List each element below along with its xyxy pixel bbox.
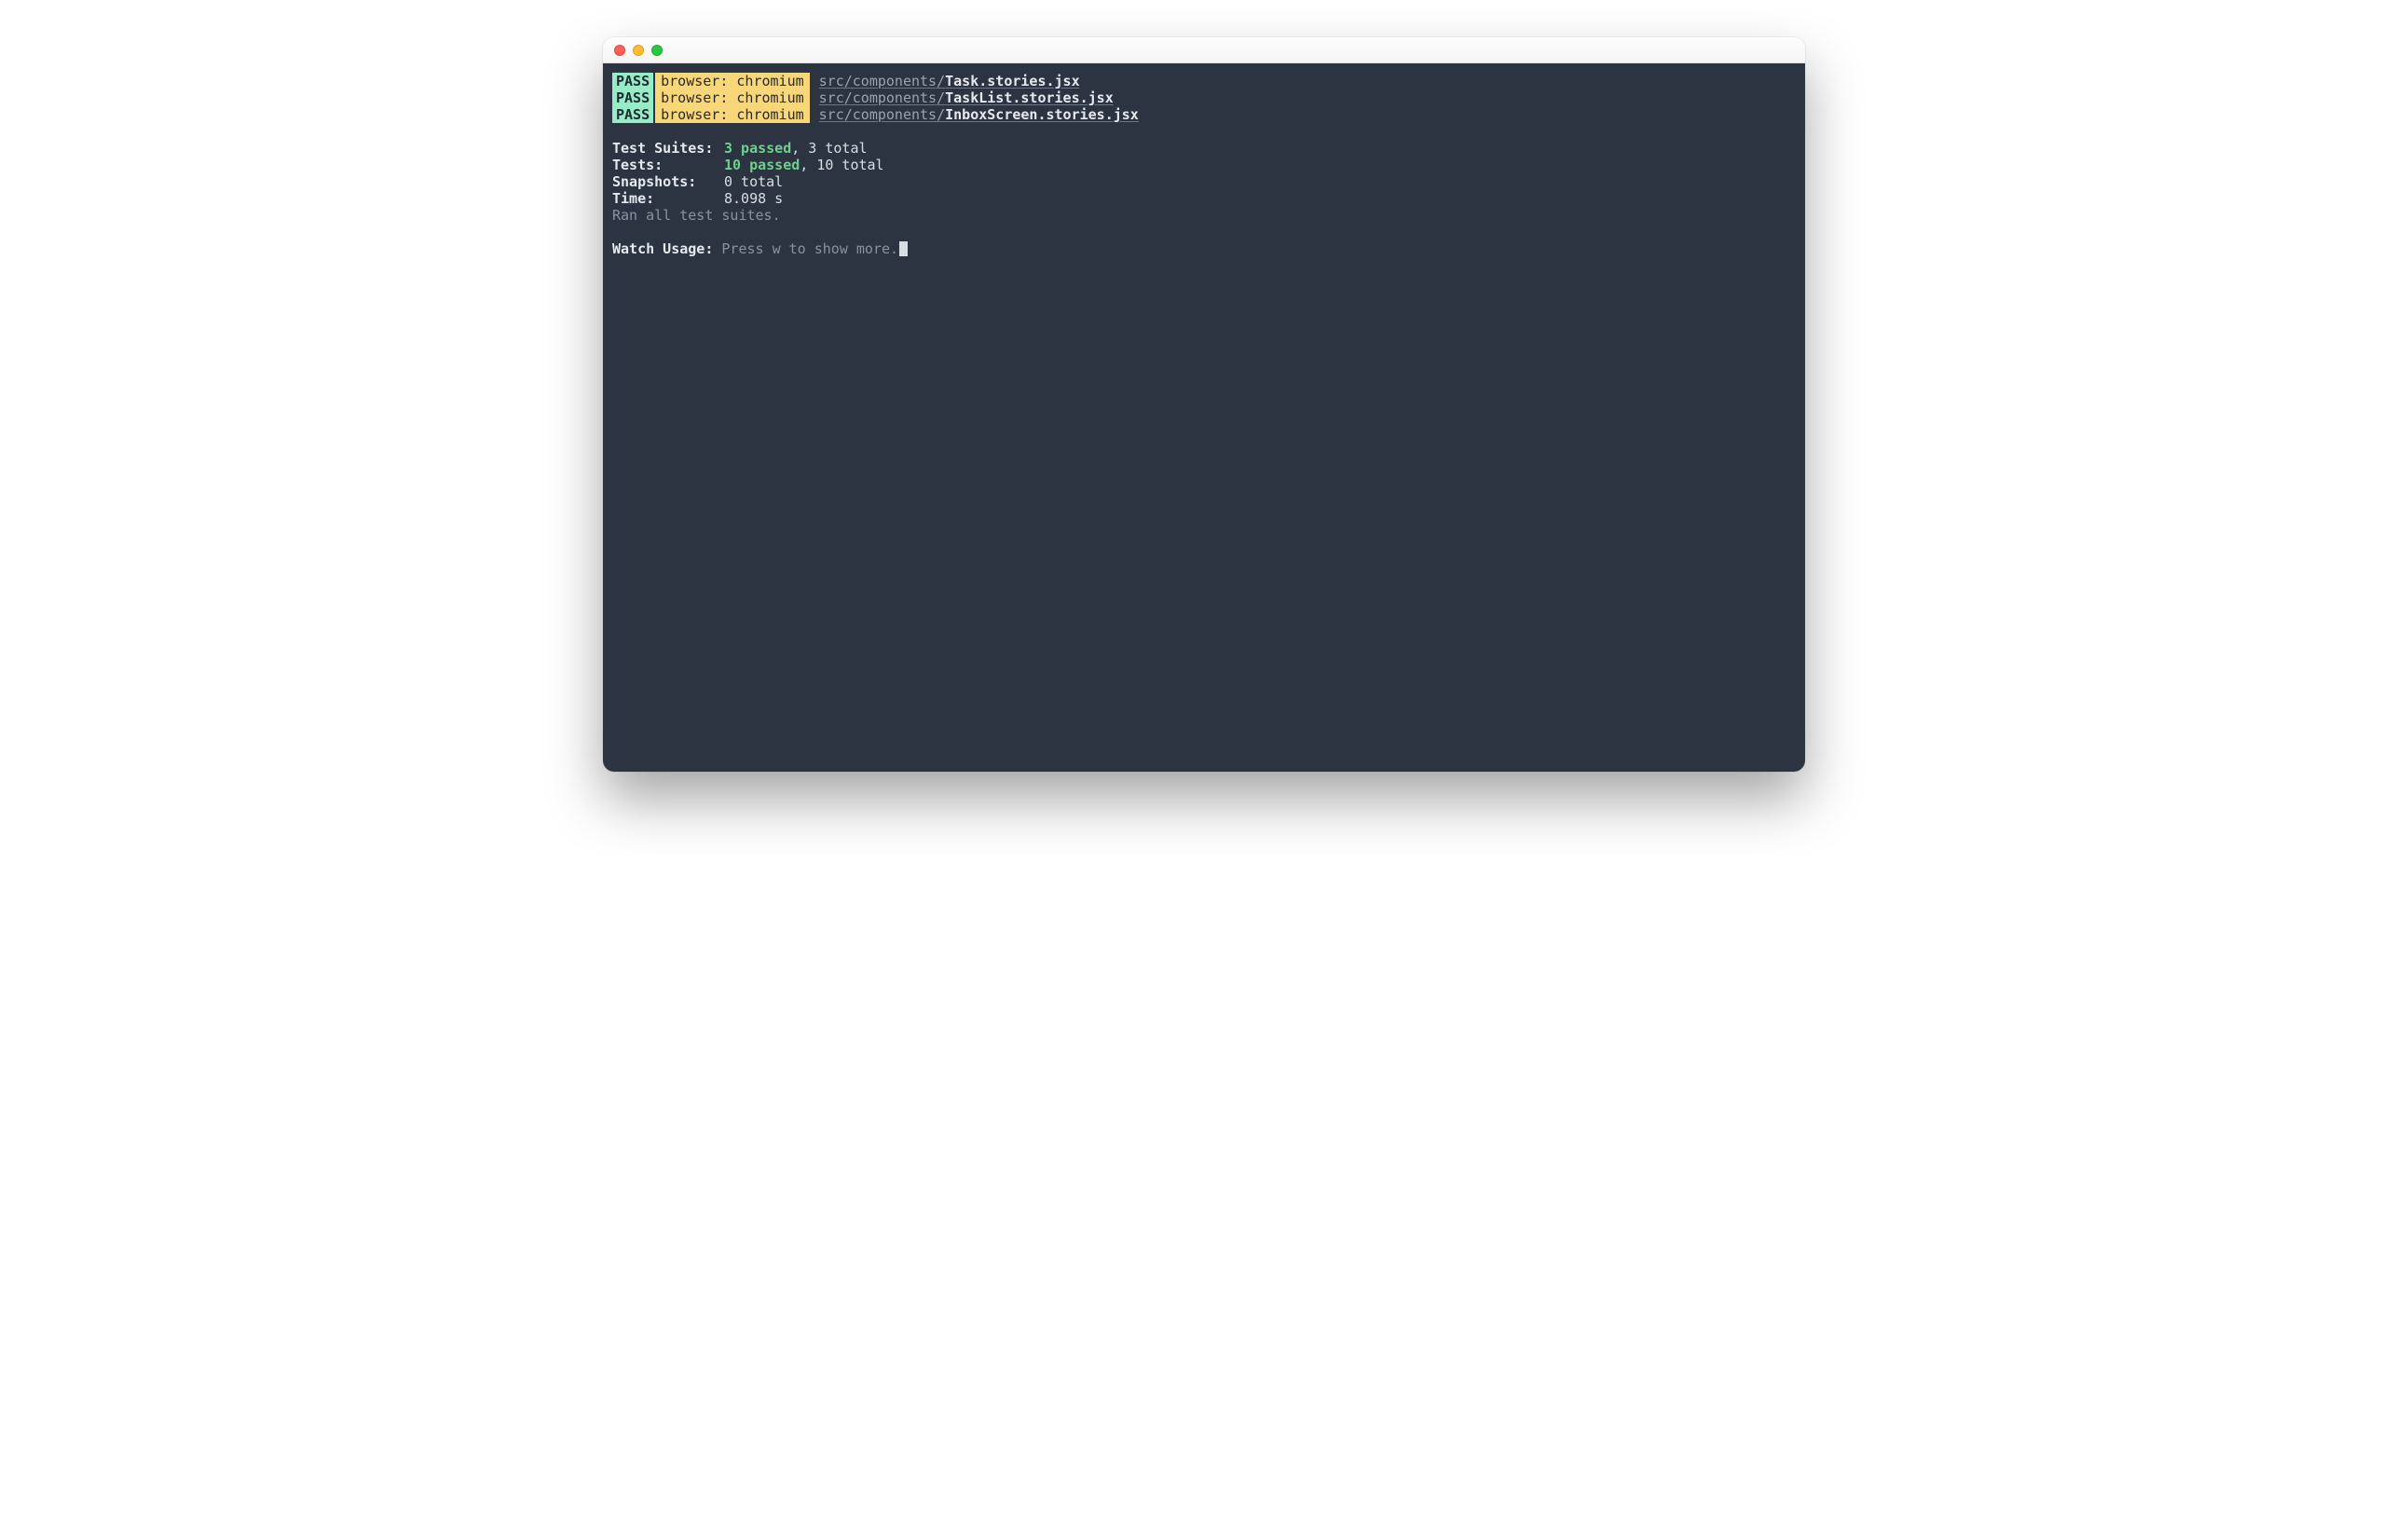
summary-total: , 3 total [791, 140, 867, 157]
summary-label: Tests: [612, 157, 724, 173]
summary-total: , 10 total [800, 157, 883, 173]
summary-ran-all-text: Ran all test suites. [612, 207, 781, 224]
test-path-file: TaskList.stories.jsx [945, 89, 1114, 106]
window-maximize-button[interactable] [651, 45, 663, 56]
summary-value: 0 total [724, 173, 783, 190]
summary-tests: Tests:10 passed, 10 total [612, 157, 1799, 173]
watch-usage-block: Watch Usage: Press w to show more. [609, 240, 1799, 257]
summary-snapshots: Snapshots:0 total [612, 173, 1799, 190]
window-close-button[interactable] [614, 45, 625, 56]
test-summary-block: Test Suites:3 passed, 3 total Tests:10 p… [609, 140, 1799, 224]
test-path-file: Task.stories.jsx [945, 73, 1080, 89]
terminal-cursor [899, 241, 908, 256]
summary-label: Time: [612, 190, 724, 207]
window-titlebar [603, 37, 1805, 63]
test-result-row: PASS browser: chromium src/components/In… [612, 106, 1799, 123]
summary-ran-all: Ran all test suites. [612, 207, 1799, 224]
test-results-block: PASS browser: chromium src/components/Ta… [609, 73, 1799, 123]
browser-badge: browser: chromium [655, 73, 810, 89]
test-path-dir: src/components/ [819, 89, 945, 106]
test-path-file: InboxScreen.stories.jsx [945, 106, 1139, 123]
test-path-dir: src/components/ [819, 73, 945, 89]
summary-passed: 10 passed [724, 157, 800, 173]
watch-usage-line: Watch Usage: Press w to show more. [612, 240, 1799, 257]
window-minimize-button[interactable] [633, 45, 644, 56]
browser-badge: browser: chromium [655, 89, 810, 106]
summary-passed: 3 passed [724, 140, 791, 157]
terminal-body[interactable]: PASS browser: chromium src/components/Ta… [603, 63, 1805, 772]
test-path-dir: src/components/ [819, 106, 945, 123]
test-result-row: PASS browser: chromium src/components/Ta… [612, 73, 1799, 89]
summary-time: Time:8.098 s [612, 190, 1799, 207]
browser-badge: browser: chromium [655, 106, 810, 123]
summary-label: Snapshots: [612, 173, 724, 190]
pass-badge: PASS [612, 73, 653, 89]
terminal-window: PASS browser: chromium src/components/Ta… [603, 37, 1805, 772]
summary-test-suites: Test Suites:3 passed, 3 total [612, 140, 1799, 157]
pass-badge: PASS [612, 89, 653, 106]
pass-badge: PASS [612, 106, 653, 123]
watch-usage-label: Watch Usage: [612, 240, 713, 257]
summary-value: 8.098 s [724, 190, 783, 207]
summary-label: Test Suites: [612, 140, 724, 157]
test-result-row: PASS browser: chromium src/components/Ta… [612, 89, 1799, 106]
watch-usage-hint: Press w to show more. [713, 240, 898, 257]
